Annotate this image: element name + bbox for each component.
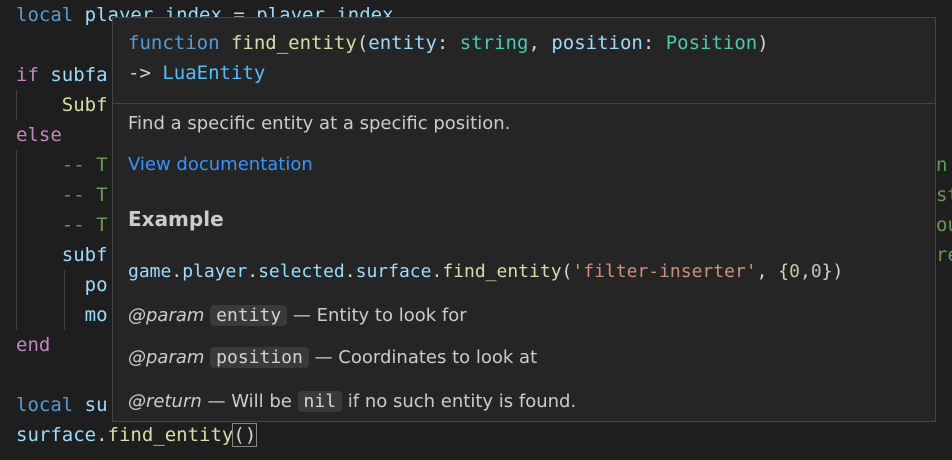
cursor-bracket: () xyxy=(232,423,258,447)
hover-widget: function find_entity(entity: string, pos… xyxy=(112,17,936,422)
function-signature: function find_entity(entity: string, pos… xyxy=(128,32,769,84)
code-line-9[interactable]: subf xyxy=(16,240,108,270)
code-line-3[interactable]: if subfa xyxy=(16,60,108,90)
code-line-6[interactable]: -- T xyxy=(16,150,108,180)
code-line-4[interactable]: Subf xyxy=(16,90,108,120)
example-code: game.player.selected.surface.find_entity… xyxy=(128,261,844,282)
code-line-12[interactable]: end xyxy=(16,330,50,360)
param-position: @param position — Coordinates to look at xyxy=(128,347,538,368)
code-line-14[interactable]: local su xyxy=(16,390,108,420)
code-line-5[interactable]: else xyxy=(16,120,62,150)
function-description: Find a specific entity at a specific pos… xyxy=(128,113,511,134)
code-line-8[interactable]: -- T xyxy=(16,210,108,240)
code-line-10[interactable]: po xyxy=(16,270,108,300)
code-fragment: ou xyxy=(936,214,952,236)
example-heading: Example xyxy=(128,207,224,231)
code-line-7[interactable]: -- T xyxy=(16,180,108,210)
code-fragment: st xyxy=(936,184,952,206)
param-entity: @param entity — Entity to look for xyxy=(128,305,467,326)
return-description: @return — Will be nil if no such entity … xyxy=(128,391,577,412)
view-documentation-link[interactable]: View documentation xyxy=(128,151,313,179)
code-line-11[interactable]: mo xyxy=(16,300,108,330)
divider xyxy=(113,103,935,104)
code-fragment: re xyxy=(936,244,952,266)
code-line-15[interactable]: surface.find_entity() xyxy=(16,420,258,450)
code-fragment: n xyxy=(936,154,948,176)
